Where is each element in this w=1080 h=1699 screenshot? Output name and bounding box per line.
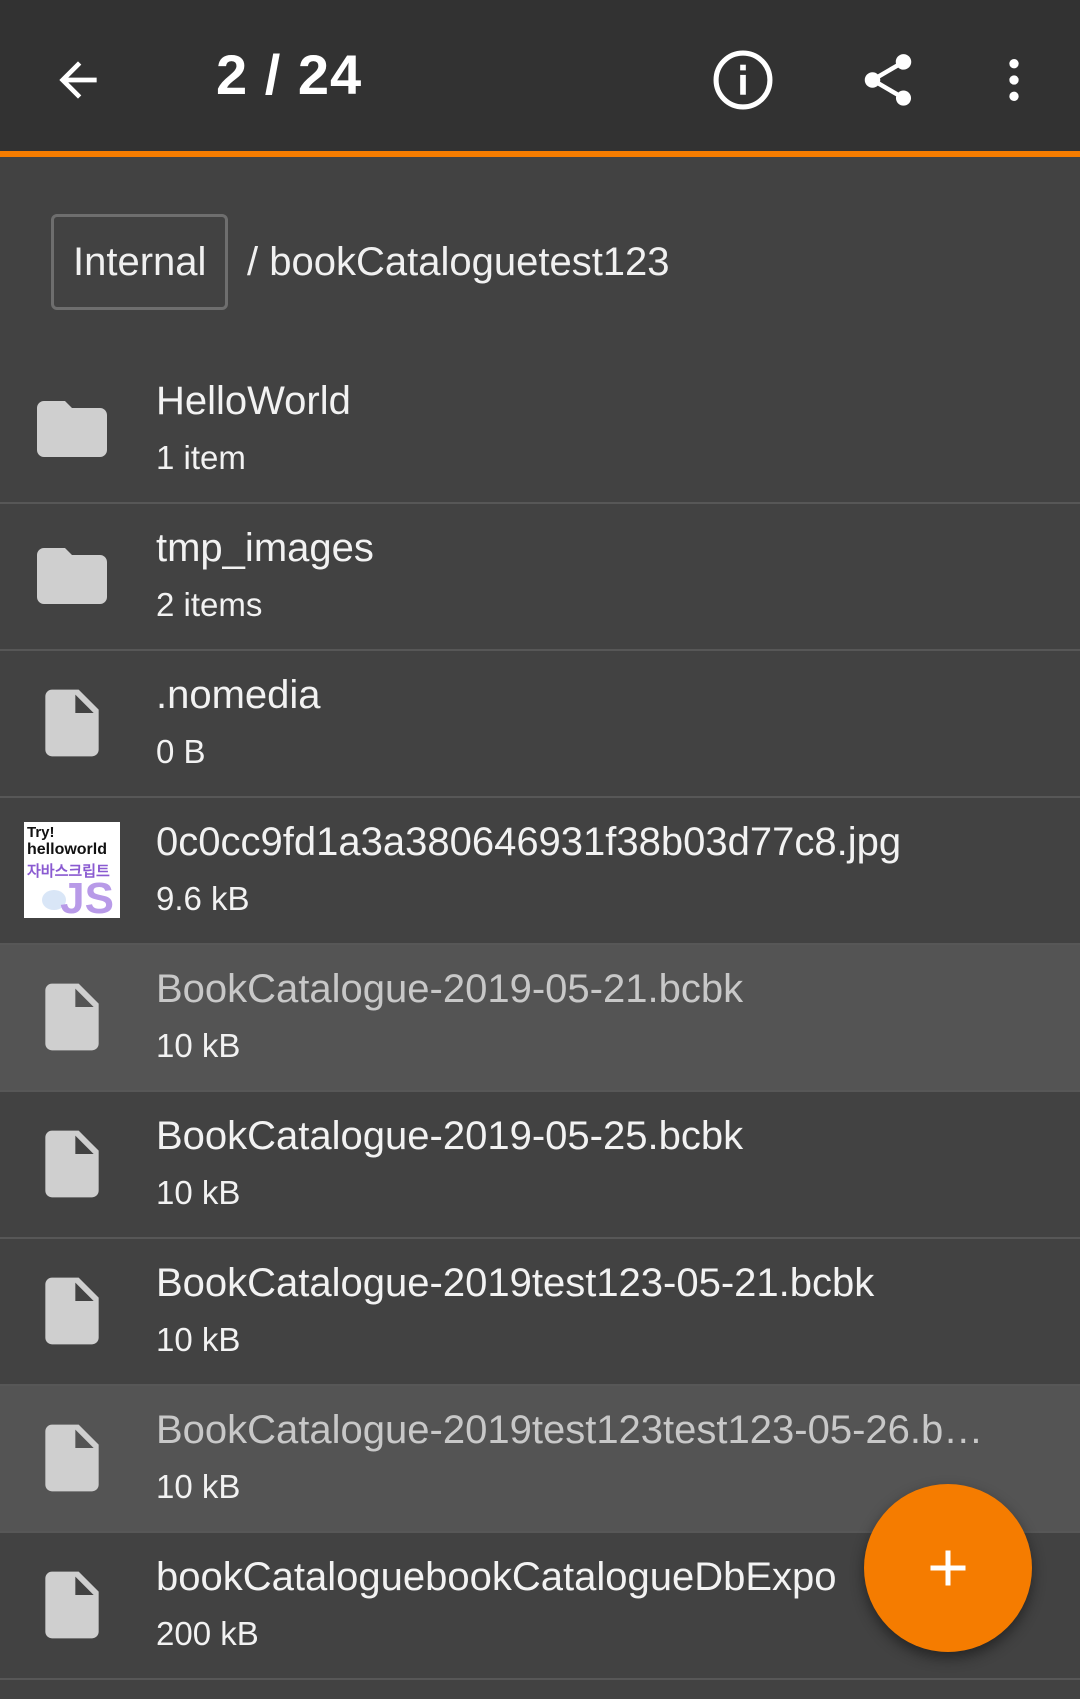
file-name: 0c0cc9fd1a3a380646931f38b03d77c8.jpg [156, 820, 902, 864]
book-cover-thumbnail: Try! helloworld 자바스크립트 JS [24, 822, 120, 918]
back-button[interactable] [28, 30, 128, 130]
folder-icon [24, 528, 120, 624]
arrow-back-icon [59, 61, 97, 99]
breadcrumb: Internal / bookCataloguetest123 [0, 157, 1080, 357]
file-meta: 1 item [156, 439, 246, 476]
more-options-button[interactable] [964, 30, 1064, 130]
file-icon [24, 1116, 120, 1212]
share-button[interactable] [838, 30, 938, 130]
file-meta: 0 B [156, 733, 206, 770]
file-name: BookCatalogue-2019test123-05-21.bcbk [156, 1261, 875, 1305]
file-icon [24, 1263, 120, 1359]
list-item[interactable]: BookCatalogue-2019-05-21.bcbk 10 kB [0, 945, 1080, 1092]
file-meta: 2 items [156, 586, 263, 623]
file-name: BookCatalogue-2019test123test123-05-26.b… [156, 1408, 984, 1452]
file-meta: 10 kB [156, 1027, 241, 1064]
info-button[interactable] [693, 30, 793, 130]
list-item[interactable]: tmp_images 2 items [0, 504, 1080, 651]
info-icon [713, 50, 773, 110]
file-meta: 200 kB [156, 1615, 259, 1652]
file-name: tmp_images [156, 526, 374, 570]
list-item[interactable]: .nomedia 0 B [0, 651, 1080, 798]
file-meta: 10 kB [156, 1321, 241, 1358]
share-icon [864, 54, 912, 106]
file-icon [24, 675, 120, 771]
add-icon [930, 1550, 966, 1586]
more-vert-icon [1009, 59, 1019, 101]
add-fab-button[interactable] [864, 1484, 1032, 1652]
file-icon [24, 1557, 120, 1653]
file-name: HelloWorld [156, 379, 351, 423]
folder-icon [24, 381, 120, 477]
file-meta: 9.6 kB [156, 880, 250, 917]
file-name: BookCatalogue-2019-05-21.bcbk [156, 967, 744, 1011]
breadcrumb-path[interactable]: / bookCataloguetest123 [247, 240, 670, 285]
file-name: BookCatalogue-2019-05-25.bcbk [156, 1114, 744, 1158]
file-list: HelloWorld 1 item tmp_images 2 items .no… [0, 357, 1080, 1680]
file-icon [24, 1410, 120, 1506]
breadcrumb-root[interactable]: Internal [51, 214, 229, 310]
top-app-bar: 2 / 24 [0, 0, 1080, 157]
list-item[interactable]: BookCatalogue-2019test123-05-21.bcbk 10 … [0, 1239, 1080, 1386]
file-meta: 10 kB [156, 1468, 241, 1505]
page-title: 2 / 24 [216, 43, 363, 106]
file-meta: 10 kB [156, 1174, 241, 1211]
file-icon [24, 969, 120, 1065]
file-manager-screen: 2 / 24 Internal / bookCataloguetest123 H… [0, 0, 1080, 1699]
list-item[interactable]: BookCatalogue-2019-05-25.bcbk 10 kB [0, 1092, 1080, 1239]
list-item[interactable]: HelloWorld 1 item [0, 357, 1080, 504]
file-name: .nomedia [156, 673, 321, 717]
image-thumbnail: Try! helloworld 자바스크립트 JS [24, 822, 120, 918]
list-item[interactable]: Try! helloworld 자바스크립트 JS 0c0cc9fd1a3a38… [0, 798, 1080, 945]
